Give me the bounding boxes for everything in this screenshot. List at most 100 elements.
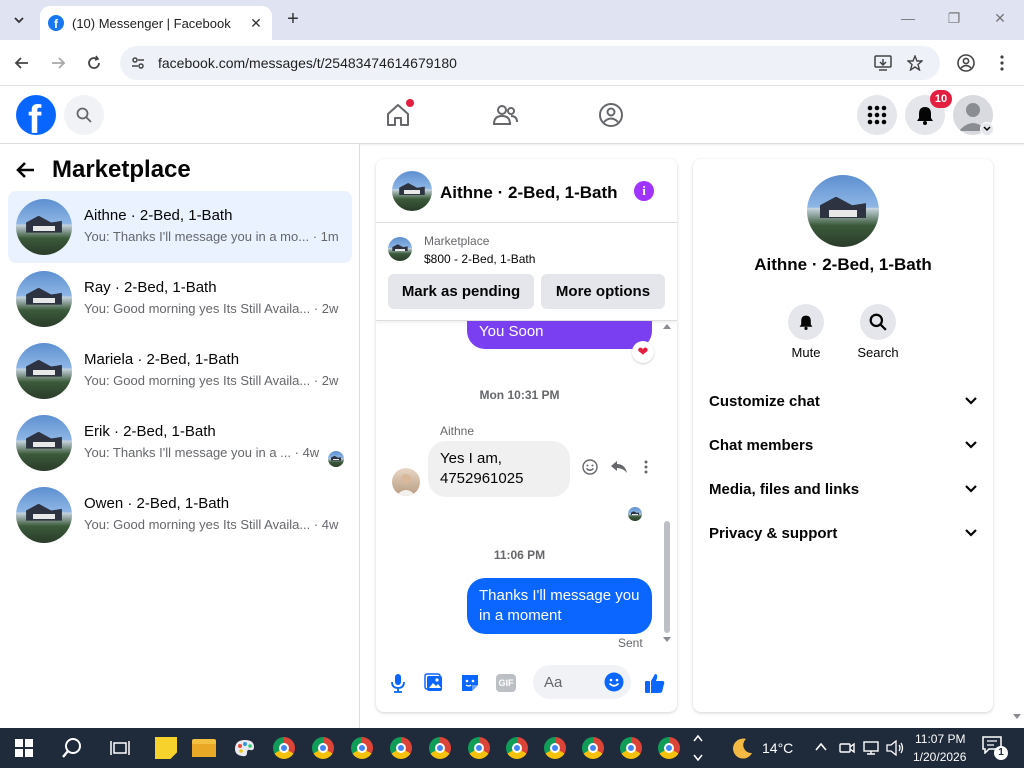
sticky-notes-app[interactable] [152,734,180,762]
conversation-name: Aithne · 2-Bed, 1-Bath [84,207,233,224]
chrome-window[interactable] [503,734,531,762]
outgoing-message-bubble[interactable]: You Soon [467,321,652,349]
info-name: Aithne · 2-Bed, 1-Bath [754,255,932,274]
forward-button[interactable] [46,51,70,75]
bell-icon [917,107,933,125]
start-button[interactable] [10,734,38,762]
taskbar-search-button[interactable] [58,734,86,762]
reload-button[interactable] [82,51,106,75]
notification-count-badge: 1 [994,746,1008,760]
message-input[interactable]: Aa [533,665,631,699]
network-icon[interactable] [863,740,879,756]
outgoing-message-bubble[interactable]: Thanks I'll message you in a moment [467,578,652,634]
conversation-item[interactable]: Ray · 2-Bed, 1-Bath You: Good morning ye… [8,263,352,335]
mute-button[interactable]: Mute [776,304,836,360]
scroll-down-icon[interactable] [663,637,671,643]
conversation-item[interactable]: Owen · 2-Bed, 1-Bath You: Good morning y… [8,479,352,551]
clock-time[interactable]: 11:07 PM [915,732,965,746]
volume-icon[interactable] [886,740,904,756]
thread-scroll-thumb[interactable] [664,521,670,633]
back-arrow-icon[interactable] [16,160,36,180]
chrome-window[interactable] [270,734,298,762]
conversation-item[interactable]: Mariela · 2-Bed, 1-Bath You: Good mornin… [8,335,352,407]
chevron-up-icon[interactable] [815,742,827,752]
tab-title: (10) Messenger | Facebook [72,15,231,31]
thumbs-up-icon[interactable] [643,671,667,695]
listing-price[interactable]: $800 - 2-Bed, 1-Bath [424,252,535,266]
facebook-logo[interactable]: f [16,95,56,135]
new-tab-button[interactable]: + [282,8,304,30]
groups-nav-button[interactable] [597,101,625,129]
home-nav-button[interactable] [384,99,414,129]
browser-tab[interactable]: f (10) Messenger | Facebook ✕ [40,6,272,40]
conversation-item[interactable]: Aithne · 2-Bed, 1-Bath You: Thanks I'll … [8,191,352,263]
media-files-links-section[interactable]: Media, files and links [709,473,977,505]
search-in-chat-button[interactable]: Search [848,304,908,360]
chrome-window[interactable] [465,734,493,762]
bookmark-star-icon[interactable] [904,52,926,74]
close-tab-icon[interactable]: ✕ [248,15,264,32]
task-view-button[interactable] [106,734,134,762]
tab-search-button[interactable] [6,8,32,32]
chrome-icon [312,737,334,759]
menu-grid-button[interactable] [857,95,897,135]
conversation-name: Erik · 2-Bed, 1-Bath [84,423,216,440]
chrome-window[interactable] [655,734,683,762]
taskbar-overflow-arrows[interactable] [692,732,704,764]
scroll-up-icon[interactable] [663,323,671,329]
site-settings-icon[interactable] [130,55,146,71]
chrome-window[interactable] [579,734,607,762]
privacy-support-section[interactable]: Privacy & support [709,517,977,549]
more-options-button[interactable]: More options [541,274,665,309]
message-input-placeholder: Aa [544,674,563,691]
chrome-window[interactable] [387,734,415,762]
file-explorer-app[interactable] [190,734,218,762]
react-emoji-icon[interactable] [582,459,598,475]
scroll-down-icon[interactable] [1013,714,1021,720]
incoming-message-bubble[interactable]: Yes I am, 4752961025 [428,441,570,497]
clock-date[interactable]: 1/20/2026 [913,750,966,764]
chat-members-section[interactable]: Chat members [709,429,977,461]
microphone-icon[interactable] [386,671,410,695]
chrome-window[interactable] [426,734,454,762]
more-vertical-icon[interactable] [644,460,648,474]
chrome-window[interactable] [541,734,569,762]
mark-as-pending-button[interactable]: Mark as pending [388,274,534,309]
chrome-window[interactable] [348,734,376,762]
reply-icon[interactable] [610,459,628,475]
chevron-up-icon [693,734,703,742]
notification-center-button[interactable]: 1 [982,736,1008,760]
gif-icon[interactable]: GIF [494,671,518,695]
restore-button[interactable]: ❐ [944,10,964,27]
facebook-search-button[interactable] [64,95,104,135]
sticker-icon[interactable] [458,671,482,695]
meet-now-icon[interactable] [839,740,855,756]
message-thread[interactable]: You Soon ❤ Mon 10:31 PM Aithne Yes I am,… [376,321,677,651]
info-icon[interactable]: i [634,181,654,201]
customize-chat-section[interactable]: Customize chat [709,385,977,417]
profile-button[interactable] [954,51,978,75]
chat-avatar[interactable] [392,171,432,211]
photo-icon[interactable] [422,671,446,695]
search-icon [76,107,92,123]
chrome-window[interactable] [617,734,645,762]
heart-reaction-icon[interactable]: ❤ [632,341,654,363]
friends-nav-button[interactable] [491,101,519,129]
browser-menu-button[interactable] [990,51,1014,75]
install-app-icon[interactable] [872,52,894,74]
minimize-button[interactable]: — [898,10,918,26]
paint-app[interactable] [230,734,258,762]
conversation-item[interactable]: Erik · 2-Bed, 1-Bath You: Thanks I'll me… [8,407,352,479]
chat-panel: Aithne · 2-Bed, 1-Bath i Marketplace $80… [376,159,677,712]
page-scrollbar[interactable] [1010,144,1024,728]
address-bar[interactable]: facebook.com/messages/t/2548347461467918… [120,46,940,80]
account-chevron-icon[interactable] [980,122,994,136]
emoji-icon[interactable] [604,672,624,692]
weather-widget[interactable] [728,734,756,762]
chat-title[interactable]: Aithne · 2-Bed, 1-Bath [440,183,618,203]
sender-avatar[interactable] [392,468,420,496]
bell-icon [799,315,813,330]
back-button[interactable] [10,51,34,75]
close-window-button[interactable]: ✕ [990,10,1010,27]
chrome-window[interactable] [309,734,337,762]
